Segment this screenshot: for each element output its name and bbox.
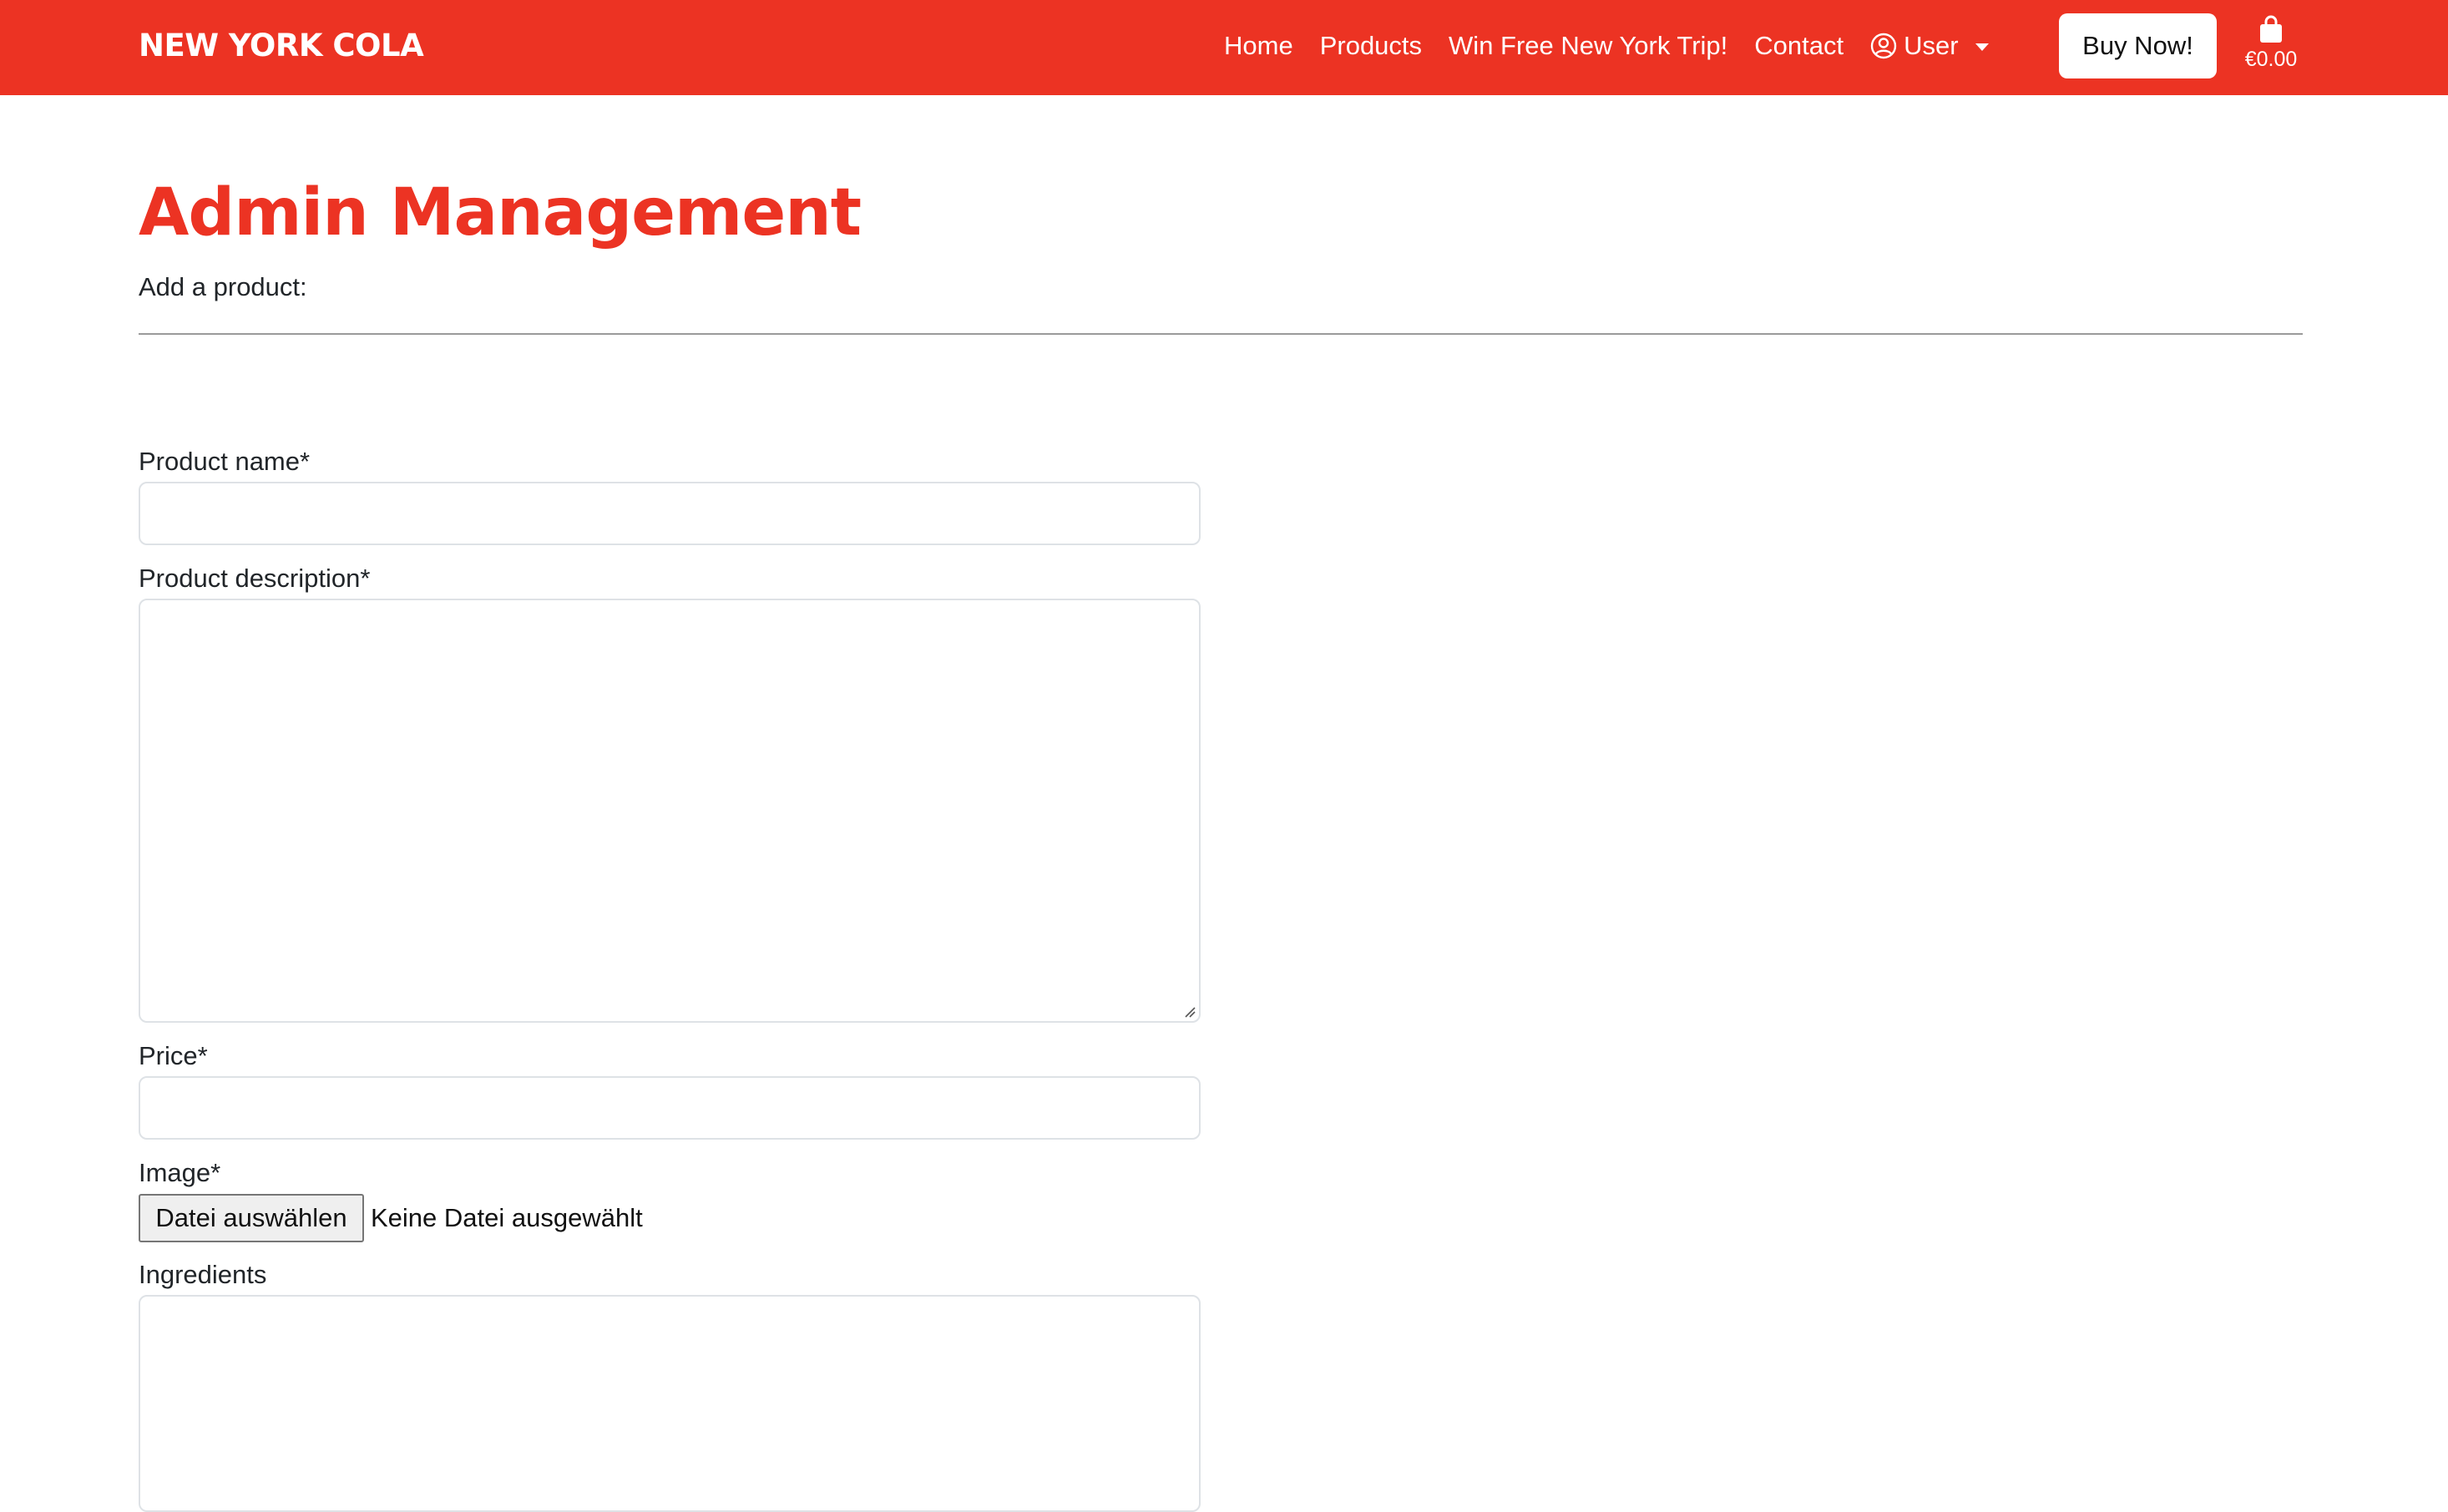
user-dropdown[interactable]: User [1870,31,1989,61]
user-label: User [1904,31,1959,60]
file-status: Keine Datei ausgewählt [371,1203,643,1232]
choose-file-button[interactable]: Datei auswählen [139,1194,364,1242]
product-name-input[interactable] [139,482,1201,545]
shopping-bag-icon [2260,15,2282,43]
product-description-label: Product description* [139,564,371,593]
buy-now-button[interactable]: Buy Now! [2059,13,2217,78]
brand-logo[interactable]: NEW YORK COLA [139,25,424,67]
nav-links: Home Products Win Free New York Trip! Co… [1224,25,1989,67]
nav-link-home[interactable]: Home [1224,31,1293,61]
price-input[interactable] [139,1076,1201,1140]
nav-link-products[interactable]: Products [1320,31,1422,61]
product-name-label: Product name* [139,447,311,476]
divider [139,333,2303,335]
page-title: Admin Management [139,175,862,250]
cart-total: €0.00 [2244,48,2298,71]
nav-link-win-trip[interactable]: Win Free New York Trip! [1449,31,1727,61]
image-label: Image* [139,1158,221,1187]
nav-link-contact[interactable]: Contact [1754,31,1844,61]
top-navbar: NEW YORK COLA Home Products Win Free New… [0,0,2448,95]
ingredients-textarea[interactable] [139,1295,1201,1512]
ingredients-label: Ingredients [139,1260,267,1289]
caret-down-icon [1975,43,1989,51]
person-circle-icon [1870,33,1897,59]
product-description-textarea[interactable] [139,599,1201,1023]
image-file-picker: Datei auswählen Keine Datei ausgewählt [139,1194,643,1242]
page-subtitle: Add a product: [139,272,307,301]
resize-grip-icon[interactable] [1184,1006,1196,1018]
price-label: Price* [139,1041,208,1070]
cart-button[interactable]: €0.00 [2238,15,2304,82]
